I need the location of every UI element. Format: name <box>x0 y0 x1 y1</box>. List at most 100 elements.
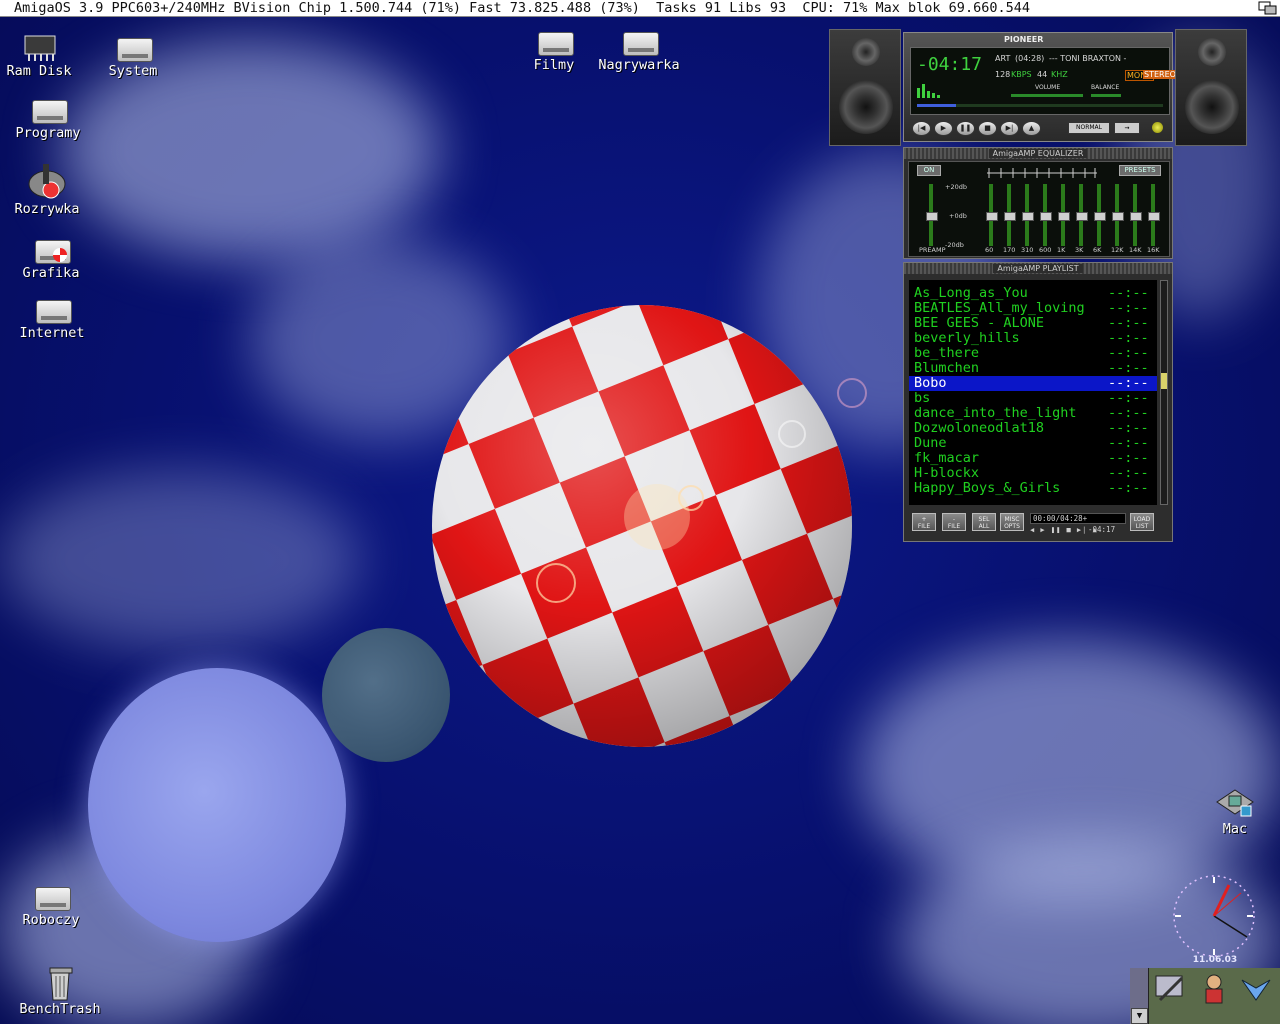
eq-band-slider-12k[interactable] <box>1112 184 1124 246</box>
desktop-icon-filmy[interactable]: Filmy <box>506 24 602 73</box>
prev-button[interactable]: |◀ <box>912 121 931 136</box>
playlist-scroll-thumb[interactable] <box>1161 373 1167 389</box>
slider-knob[interactable] <box>1112 211 1124 221</box>
character-icon[interactable] <box>1196 970 1232 1006</box>
bird-icon[interactable] <box>1238 970 1274 1006</box>
playlist-list[interactable]: As_Long_as_You --:-- BEATLES_All_my_loving… <box>909 280 1157 505</box>
icon-label: Mac <box>1222 821 1248 837</box>
harddisk-icon <box>29 879 73 913</box>
slider-knob[interactable] <box>1022 211 1034 221</box>
desktop-icon-roboczy[interactable]: Roboczy <box>3 879 99 928</box>
normal-mode-button[interactable]: NORMAL <box>1068 122 1110 134</box>
equalizer-title-bar[interactable]: AmigaAMP EQUALIZER <box>904 148 1172 159</box>
desktop-icon-system[interactable]: System <box>85 30 181 79</box>
eq-presets-button[interactable]: PRESETS <box>1119 165 1161 176</box>
playlist-item[interactable]: Blumchen --:-- <box>909 361 1157 376</box>
playlist-item[interactable]: dance_into_the_light --:-- <box>909 406 1157 421</box>
harddisk-icon <box>30 292 74 326</box>
eq-band-slider-6k[interactable] <box>1094 184 1106 246</box>
slider-knob[interactable] <box>1040 211 1052 221</box>
equalizer-window[interactable]: AmigaAMP EQUALIZER ON PRESETS +20db +0db… <box>903 147 1173 259</box>
eq-band-slider-14k[interactable] <box>1130 184 1142 246</box>
desktop-icon-nagrywarka[interactable]: Nagrywarka <box>591 24 687 73</box>
eq-band-slider-170[interactable] <box>1004 184 1016 246</box>
playlist-scrollbar[interactable] <box>1160 280 1168 505</box>
tools-icon[interactable] <box>1152 970 1188 1006</box>
misc-options-button[interactable]: MISC OPTS <box>1000 513 1024 531</box>
playlist-item[interactable]: As_Long_as_You --:-- <box>909 286 1157 301</box>
slider-knob[interactable] <box>986 211 998 221</box>
slider-knob[interactable] <box>1148 211 1160 221</box>
eq-band-slider-1k[interactable] <box>1058 184 1070 246</box>
preamp-slider[interactable] <box>926 184 938 246</box>
eq-band-slider-3k[interactable] <box>1076 184 1088 246</box>
playlist-item[interactable]: BEATLES_All_my_loving --:-- <box>909 301 1157 316</box>
play-button[interactable]: ▶ <box>934 121 953 136</box>
desktop-icon-ram-disk[interactable]: Ram Disk <box>0 30 87 79</box>
desktop-icon-mac[interactable]: Mac <box>1187 788 1280 837</box>
button-label: OPTS <box>1004 523 1020 530</box>
desktop-icon-programy[interactable]: Programy <box>0 92 96 141</box>
load-list-button[interactable]: LOAD LIST <box>1130 513 1154 531</box>
playlist-title-bar[interactable]: AmigaAMP PLAYLIST <box>904 263 1172 274</box>
eq-band-slider-600[interactable] <box>1040 184 1052 246</box>
time-display: -04:17 <box>917 54 983 75</box>
track-time: --:-- <box>1108 300 1149 316</box>
eq-band-slider-310[interactable] <box>1022 184 1034 246</box>
pause-button[interactable]: ❚❚ <box>956 121 975 136</box>
player-deck[interactable]: PIONEER -04:17 ART (04:28) --- TONI BRAX… <box>903 32 1177 142</box>
playlist-window[interactable]: AmigaAMP PLAYLIST As_Long_as_You --:-- BEA… <box>903 262 1173 542</box>
balance-slider[interactable] <box>1091 94 1121 97</box>
playlist-item[interactable]: Happy_Boys_&_Girls --:-- <box>909 481 1157 496</box>
seek-bar[interactable] <box>917 104 1163 107</box>
amigaamp-player-window[interactable]: PIONEER -04:17 ART (04:28) --- TONI BRAX… <box>829 29 1247 146</box>
slider-knob[interactable] <box>1076 211 1088 221</box>
playlist-item[interactable]: fk_macar --:-- <box>909 451 1157 466</box>
desktop-icon-benchtrash[interactable]: BenchTrash <box>12 964 108 1017</box>
playlist-item[interactable]: Bobo --:-- <box>909 376 1157 391</box>
select-all-button[interactable]: SEL ALL <box>972 513 996 531</box>
slider-knob[interactable] <box>1130 211 1142 221</box>
playlist-item[interactable]: be_there --:-- <box>909 346 1157 361</box>
eq-band-slider-60[interactable] <box>986 184 998 246</box>
mac-emulator-icon <box>1213 788 1257 822</box>
playlist-item[interactable]: bs --:-- <box>909 391 1157 406</box>
playlist-item[interactable]: BEE GEES - ALONE --:-- <box>909 316 1157 331</box>
next-button[interactable]: ▶| <box>1000 121 1019 136</box>
desktop-icon-rozrywka[interactable]: Rozrywka <box>0 160 95 217</box>
eq-curve-graph <box>987 168 1097 178</box>
track-time: --:-- <box>1108 315 1149 331</box>
playlist-item[interactable]: beverly_hills --:-- <box>909 331 1157 346</box>
slider-knob[interactable] <box>1058 211 1070 221</box>
playlist-item[interactable]: H-blockx --:-- <box>909 466 1157 481</box>
eq-band-slider-16k[interactable] <box>1148 184 1160 246</box>
eq-on-toggle[interactable]: ON <box>917 165 941 176</box>
remove-file-button[interactable]: - FILE <box>942 513 966 531</box>
desktop-icon-internet[interactable]: Internet <box>4 292 100 341</box>
slider-knob[interactable] <box>926 211 938 221</box>
planet-small <box>322 628 450 762</box>
balance-label: BALANCE <box>1091 84 1120 91</box>
dock-bar[interactable]: ▼ <box>1130 968 1280 1024</box>
dock-collapse-arrow[interactable]: ▼ <box>1131 1008 1148 1024</box>
slider-knob[interactable] <box>1004 211 1016 221</box>
eject-button[interactable]: ▲ <box>1022 121 1041 136</box>
track-time: --:-- <box>1108 330 1149 346</box>
eq-band-label: 600 <box>1039 246 1052 254</box>
track-name: Dozwoloneodlat18 <box>914 420 1045 436</box>
slider-knob[interactable] <box>1094 211 1106 221</box>
button-label: ALL <box>978 523 990 530</box>
screen-depth-gadget[interactable] <box>1258 1 1278 15</box>
shuffle-arrow-button[interactable]: → <box>1114 122 1140 134</box>
track-time: --:-- <box>1108 390 1149 406</box>
button-label: SEL <box>978 516 990 523</box>
add-file-button[interactable]: + FILE <box>912 513 936 531</box>
playlist-item[interactable]: Dozwoloneodlat18 --:-- <box>909 421 1157 436</box>
volume-slider[interactable] <box>1011 94 1083 97</box>
playlist-item[interactable]: Dune --:-- <box>909 436 1157 451</box>
stop-button[interactable]: ■ <box>978 121 997 136</box>
art-label: ART <box>995 54 1011 63</box>
harddisk-icon <box>617 24 661 58</box>
desktop-icon-grafika[interactable]: Grafika <box>3 232 99 281</box>
icon-label: Ram Disk <box>6 63 72 79</box>
